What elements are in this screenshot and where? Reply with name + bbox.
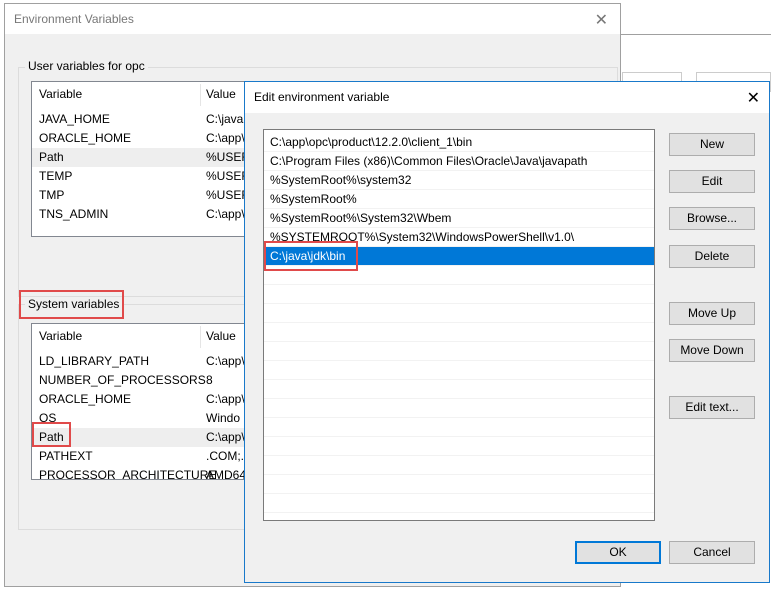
close-icon[interactable]: ✕ [595,10,608,30]
variable-name: TNS_ADMIN [39,207,109,221]
user-variables-label: User variables for opc [25,59,148,73]
empty-path-slot[interactable] [264,323,654,342]
edit-dialog-title: Edit environment variable [254,90,390,104]
highlight-path-variable [32,422,71,447]
empty-path-slot[interactable] [264,399,654,418]
cancel-button[interactable]: Cancel [669,541,755,564]
empty-path-slot[interactable] [264,418,654,437]
empty-path-slot[interactable] [264,437,654,456]
variable-value: .COM;. [206,449,244,463]
empty-path-slot[interactable] [264,380,654,399]
empty-path-slot[interactable] [264,285,654,304]
edit-title-bar: Edit environment variable ✕ [245,82,769,113]
variable-value: AMD64 [206,468,247,480]
column-header-variable[interactable]: Variable [39,87,82,107]
variable-name: ORACLE_HOME [39,392,132,406]
browse-button[interactable]: Browse... [669,207,755,230]
variable-value: C:\app\ [206,207,245,221]
empty-path-slot[interactable] [264,456,654,475]
column-header-variable[interactable]: Variable [39,329,82,349]
variable-name: LD_LIBRARY_PATH [39,354,150,368]
edit-text-button[interactable]: Edit text... [669,396,755,419]
column-header-value[interactable]: Value [206,329,236,349]
variable-value: 8 [206,373,213,387]
move-down-button[interactable]: Move Down [669,339,755,362]
variable-name: JAVA_HOME [39,112,110,126]
variable-name: NUMBER_OF_PROCESSORS [39,373,206,387]
path-entry[interactable]: %SystemRoot% [264,190,654,209]
variable-name: PATHEXT [39,449,93,463]
ok-button[interactable]: OK [575,541,661,564]
highlight-system-variables [19,290,124,319]
variable-value: C:\app\ [206,354,245,368]
new-button[interactable]: New [669,133,755,156]
edit-button[interactable]: Edit [669,170,755,193]
column-header-value[interactable]: Value [206,87,236,107]
delete-button[interactable]: Delete [669,245,755,268]
env-title-bar: Environment Variables ✕ [5,4,620,34]
variable-value: C:\app\ [206,430,245,444]
close-icon[interactable]: ✕ [747,88,760,108]
path-entry[interactable]: C:\app\opc\product\12.2.0\client_1\bin [264,133,654,152]
empty-path-slot[interactable] [264,342,654,361]
variable-value: C:\app\ [206,392,245,406]
edit-environment-variable-dialog: Edit environment variable ✕ C:\app\opc\p… [244,81,770,583]
path-entry[interactable]: C:\Program Files (x86)\Common Files\Orac… [264,152,654,171]
empty-path-slot[interactable] [264,475,654,494]
variable-name: TMP [39,188,65,202]
empty-path-slot[interactable] [264,304,654,323]
empty-path-slot[interactable] [264,361,654,380]
variable-value: Windo [206,411,241,425]
variable-name: Path [39,150,64,164]
path-entry[interactable]: %SystemRoot%\system32 [264,171,654,190]
highlight-new-entry [264,241,358,271]
path-entries-list[interactable]: C:\app\opc\product\12.2.0\client_1\bin C:… [263,129,655,521]
variable-name: PROCESSOR_ARCHITECTURE [39,468,217,480]
variable-name: TEMP [39,169,73,183]
variable-name: ORACLE_HOME [39,131,132,145]
variable-value: C:\java [206,112,244,126]
background-window-edge [620,34,771,35]
path-entry[interactable]: %SystemRoot%\System32\Wbem [264,209,654,228]
empty-path-slot[interactable] [264,494,654,513]
move-up-button[interactable]: Move Up [669,302,755,325]
env-dialog-title: Environment Variables [14,12,134,26]
variable-value: C:\app\ [206,131,245,145]
